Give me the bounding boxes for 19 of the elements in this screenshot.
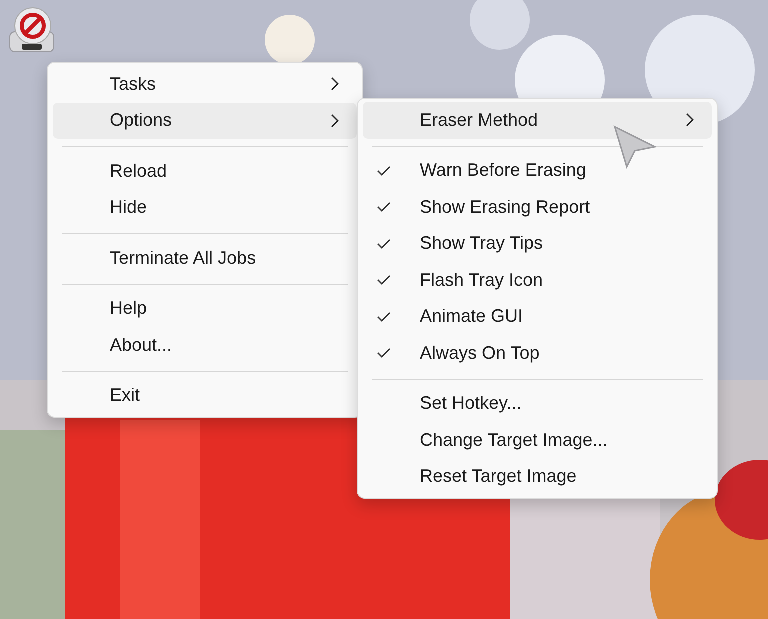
pointer-icon	[613, 125, 657, 169]
menu-item[interactable]: Set Hotkey...	[363, 386, 712, 422]
menu-item[interactable]: Show Erasing Report	[363, 189, 712, 226]
menu-item[interactable]: Exit	[53, 378, 357, 414]
menu-item[interactable]: Eraser Method	[363, 102, 712, 138]
menu-item[interactable]: Tasks	[53, 66, 357, 102]
menu-item[interactable]: Terminate All Jobs	[53, 240, 357, 276]
menu-item[interactable]: Always On Top	[363, 335, 712, 372]
menu-item[interactable]: Reset Target Image	[363, 458, 712, 495]
menu-item[interactable]: Animate GUI	[363, 298, 712, 335]
menu-item[interactable]: Flash Tray Icon	[363, 262, 712, 298]
menu-item[interactable]: Reload	[53, 153, 357, 190]
menu-item[interactable]: Help	[53, 290, 357, 327]
menu-item[interactable]: Hide	[53, 190, 357, 226]
menu-item[interactable]: Warn Before Erasing	[363, 152, 712, 189]
menu-item[interactable]: About...	[53, 327, 357, 364]
menu-item[interactable]: Show Tray Tips	[363, 226, 712, 262]
menu-item[interactable]: Options	[53, 102, 357, 139]
menu-item[interactable]: Change Target Image...	[363, 422, 712, 458]
